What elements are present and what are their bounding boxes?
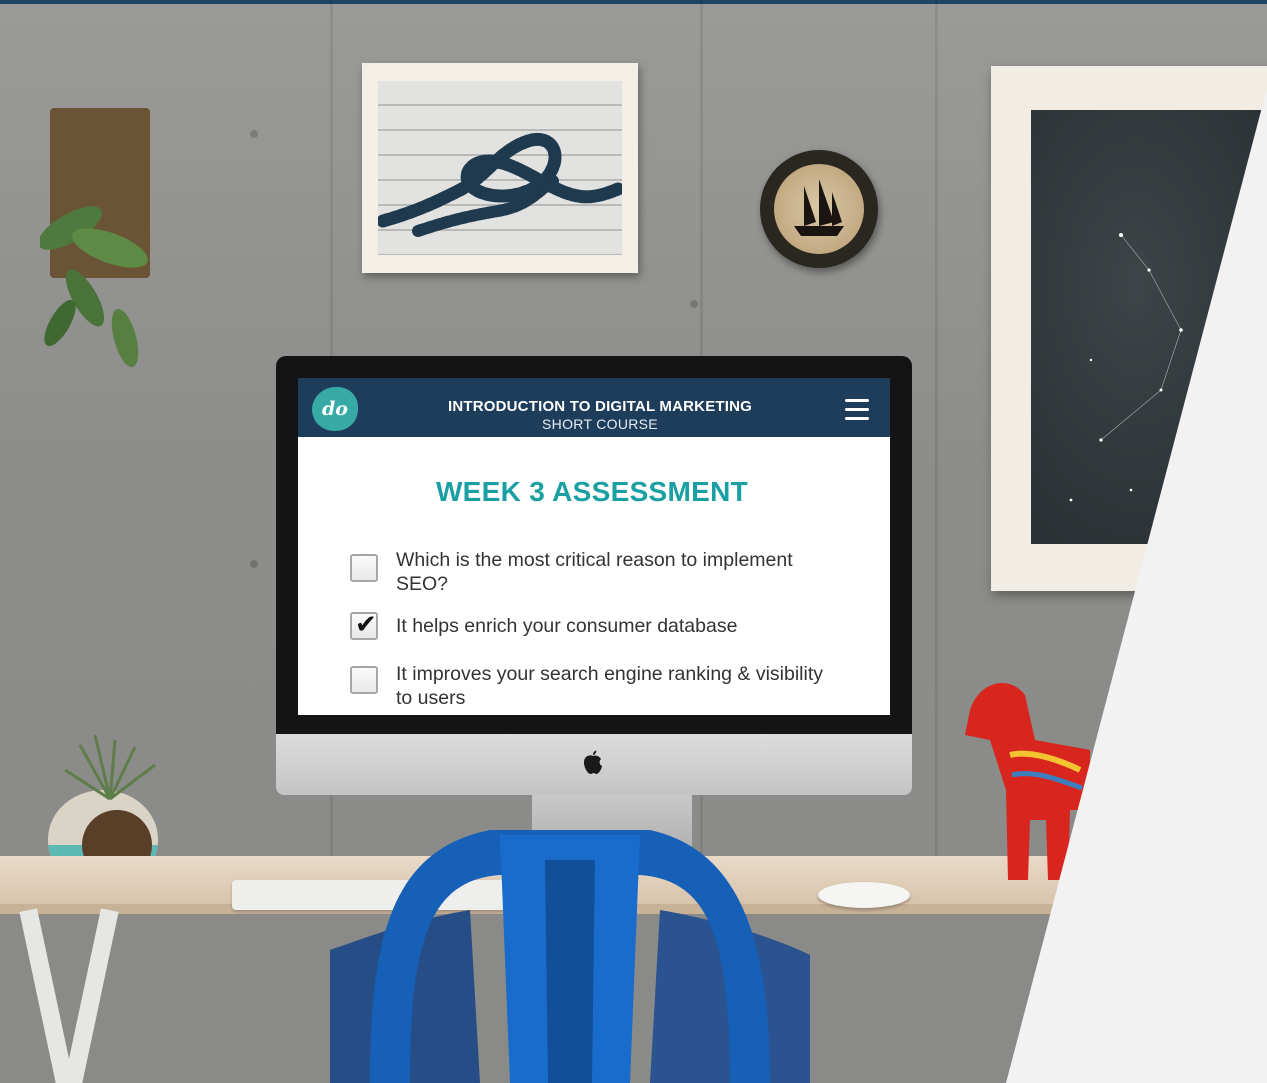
diagonal-overlay-panel <box>1006 88 1267 1083</box>
office-background: do INTRODUCTION TO DIGITAL MARKETING SHO… <box>0 0 1267 1083</box>
